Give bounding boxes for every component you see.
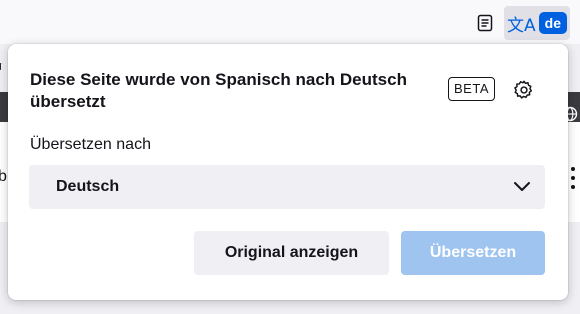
settings-button[interactable]	[508, 74, 540, 106]
target-language-select[interactable]: Deutsch	[29, 165, 545, 209]
translated-language-badge: de	[538, 12, 567, 34]
chevron-down-icon	[514, 182, 530, 191]
left-edge-icon: ◐	[0, 58, 6, 75]
reader-view-button[interactable]	[468, 6, 502, 40]
translations-button[interactable]: 文A de	[504, 6, 570, 40]
browser-window: 文A de ◐ b Diese Seite wurde von Spanisch…	[0, 0, 580, 314]
show-original-button[interactable]: Original anzeigen	[194, 231, 389, 275]
target-language-value: Deutsch	[56, 178, 120, 195]
kebab-menu-icon	[571, 167, 575, 189]
gear-icon	[514, 80, 533, 99]
translations-panel: Diese Seite wurde von Spanisch nach Deut…	[8, 44, 568, 300]
translate-icon: 文A	[507, 15, 536, 36]
left-edge-letter: b	[0, 168, 7, 185]
translate-button[interactable]: Übersetzen	[401, 231, 545, 275]
translate-to-label: Übersetzen nach	[30, 136, 151, 153]
reader-view-icon	[477, 14, 493, 32]
beta-badge: BETA	[448, 77, 495, 101]
browser-toolbar: 文A de	[0, 0, 580, 44]
panel-title: Diese Seite wurde von Spanisch nach Deut…	[30, 70, 407, 111]
